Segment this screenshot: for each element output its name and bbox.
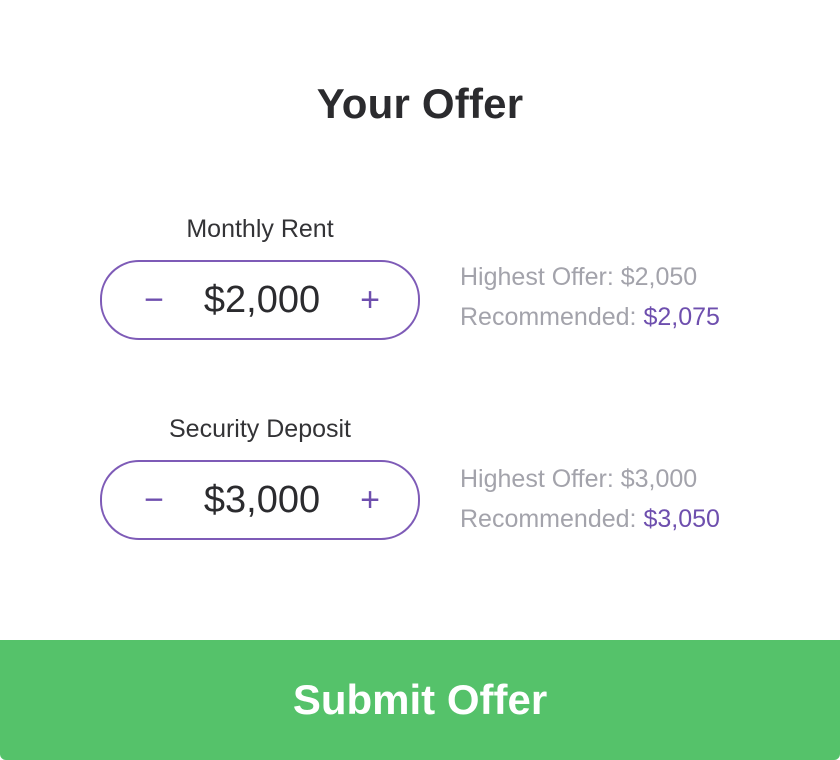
deposit-recommended: Recommended: $3,050 bbox=[460, 499, 720, 539]
deposit-decrement-button[interactable]: − bbox=[124, 462, 184, 538]
rent-recommended-value[interactable]: $2,075 bbox=[643, 303, 719, 331]
rent-value-field[interactable]: $2,000 bbox=[177, 262, 347, 338]
deposit-value-field[interactable]: $3,000 bbox=[177, 462, 347, 538]
rent-recommended-label: Recommended: bbox=[460, 303, 637, 331]
monthly-rent-stepper: − $2,000 + bbox=[100, 260, 420, 340]
rent-offer-info: Highest Offer: $2,050 Recommended: $2,07… bbox=[460, 257, 720, 337]
rent-highest-offer-label: Highest Offer: bbox=[460, 263, 614, 291]
rent-highest-offer-value: $2,050 bbox=[620, 263, 698, 291]
monthly-rent-label: Monthly Rent bbox=[186, 215, 334, 243]
deposit-recommended-label: Recommended: bbox=[460, 505, 637, 533]
deposit-highest-offer: Highest Offer: $3,000 bbox=[460, 459, 720, 499]
rent-decrement-button[interactable]: − bbox=[124, 262, 184, 338]
rent-increment-button[interactable]: + bbox=[340, 262, 400, 338]
rent-highest-offer: Highest Offer: $2,050 bbox=[460, 257, 720, 297]
page-title: Your Offer bbox=[316, 80, 524, 127]
rent-recommended: Recommended: $2,075 bbox=[460, 297, 720, 337]
deposit-increment-button[interactable]: + bbox=[340, 462, 400, 538]
deposit-recommended-value[interactable]: $3,050 bbox=[643, 505, 719, 533]
security-deposit-stepper: − $3,000 + bbox=[100, 460, 420, 540]
security-deposit-label: Security Deposit bbox=[168, 415, 352, 443]
submit-offer-button[interactable]: Submit Offer bbox=[0, 640, 840, 760]
deposit-highest-offer-label: Highest Offer: bbox=[460, 465, 614, 493]
deposit-highest-offer-value: $3,000 bbox=[620, 465, 698, 493]
deposit-offer-info: Highest Offer: $3,000 Recommended: $3,05… bbox=[460, 459, 720, 539]
